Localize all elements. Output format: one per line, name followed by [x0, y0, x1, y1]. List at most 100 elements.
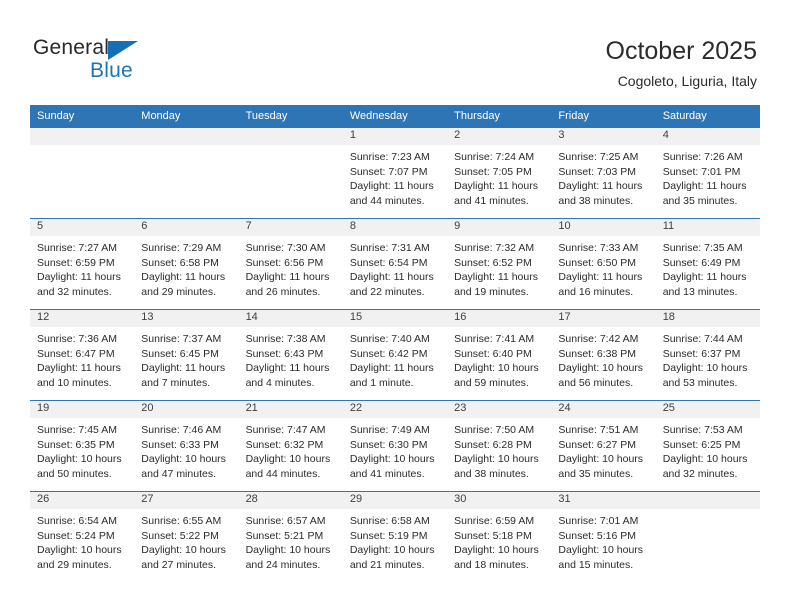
- calendar-week-row: 26 Sunrise: 6:54 AM Sunset: 5:24 PM Dayligh…: [30, 491, 760, 582]
- calendar-day-cell[interactable]: 16 Sunrise: 7:41 AM Sunset: 6:40 PM Dayligh…: [447, 309, 552, 401]
- day-details: Sunrise: 7:44 AM Sunset: 6:37 PM Daylight:…: [656, 327, 760, 390]
- day-detail-line: Sunset: 6:35 PM: [37, 438, 115, 451]
- day-detail-line: Daylight: 10 hours: [454, 544, 539, 557]
- calendar-day-cell[interactable]: 25 Sunrise: 7:53 AM Sunset: 6:25 PM Dayligh…: [655, 400, 760, 492]
- day-detail-line: and 22 minutes.: [349, 285, 425, 298]
- day-detail-line: Daylight: 11 hours: [454, 271, 538, 284]
- day-detail-line: Sunrise: 7:42 AM: [558, 333, 639, 345]
- calendar-day-cell[interactable]: 28 Sunrise: 6:57 AM Sunset: 5:21 PM Dayligh…: [238, 491, 343, 582]
- calendar-day-cell[interactable]: 7 Sunrise: 7:30 AM Sunset: 6:56 PM Daylight…: [238, 218, 343, 310]
- calendar-day-cell[interactable]: 12 Sunrise: 7:36 AM Sunset: 6:47 PM Dayligh…: [30, 309, 135, 401]
- day-detail-line: Sunrise: 7:44 AM: [662, 333, 743, 345]
- day-detail-line: Sunrise: 7:38 AM: [245, 333, 326, 345]
- calendar-day-cell[interactable]: 19 Sunrise: 7:45 AM Sunset: 6:35 PM Dayligh…: [30, 400, 135, 492]
- calendar-day-cell[interactable]: 10 Sunrise: 7:33 AM Sunset: 6:50 PM Dayligh…: [551, 218, 656, 310]
- day-details: Sunrise: 6:54 AM Sunset: 5:24 PM Daylight:…: [30, 509, 134, 572]
- weekday-header-tuesday: Tuesday: [238, 105, 343, 128]
- calendar-day-cell[interactable]: 8 Sunrise: 7:31 AM Sunset: 6:54 PM Daylight…: [342, 218, 448, 310]
- day-detail-line: Sunrise: 7:27 AM: [37, 242, 117, 254]
- day-detail-line: and 29 minutes.: [141, 285, 216, 298]
- calendar-day-cell[interactable]: 20 Sunrise: 7:46 AM Sunset: 6:33 PM Dayligh…: [134, 400, 239, 492]
- day-detail-line: and 38 minutes.: [558, 194, 634, 207]
- day-detail-line: Sunrise: 7:26 AM: [662, 151, 743, 163]
- day-detail-line: and 16 minutes.: [558, 285, 634, 298]
- day-number: 16: [447, 310, 552, 327]
- calendar-day-cell[interactable]: 11 Sunrise: 7:35 AM Sunset: 6:49 PM Dayligh…: [655, 218, 760, 310]
- calendar-day-cell[interactable]: 17 Sunrise: 7:42 AM Sunset: 6:38 PM Dayligh…: [551, 309, 656, 401]
- day-details: [30, 145, 134, 150]
- calendar-day-cell[interactable]: 4 Sunrise: 7:26 AM Sunset: 7:01 PM Daylight…: [655, 127, 760, 219]
- day-details: Sunrise: 7:36 AM Sunset: 6:47 PM Daylight:…: [30, 327, 134, 390]
- day-detail-line: and 19 minutes.: [454, 285, 529, 298]
- day-detail-line: and 32 minutes.: [662, 467, 738, 480]
- day-number: 13: [134, 310, 239, 327]
- day-detail-line: Daylight: 10 hours: [37, 453, 122, 466]
- day-detail-line: Daylight: 11 hours: [349, 362, 434, 375]
- day-detail-line: Sunrise: 7:50 AM: [454, 424, 535, 436]
- day-details: [239, 145, 343, 150]
- day-detail-line: Sunrise: 7:29 AM: [141, 242, 222, 254]
- calendar-day-cell[interactable]: 30 Sunrise: 6:59 AM Sunset: 5:18 PM Dayligh…: [447, 491, 552, 582]
- day-detail-line: Sunset: 7:01 PM: [662, 165, 741, 178]
- calendar-page: General Blue October 2025 Cogoleto, Ligu…: [0, 0, 792, 612]
- day-number: 31: [551, 492, 656, 509]
- calendar-day-cell[interactable]: 18 Sunrise: 7:44 AM Sunset: 6:37 PM Dayligh…: [655, 309, 760, 401]
- calendar-day-cell[interactable]: 22 Sunrise: 7:49 AM Sunset: 6:30 PM Dayligh…: [342, 400, 448, 492]
- weekday-header-wednesday: Wednesday: [342, 105, 448, 128]
- calendar-day-cell[interactable]: 31 Sunrise: 7:01 AM Sunset: 5:16 PM Dayligh…: [551, 491, 656, 582]
- calendar-day-cell[interactable]: 13 Sunrise: 7:37 AM Sunset: 6:45 PM Dayligh…: [134, 309, 239, 401]
- day-detail-line: Sunrise: 7:32 AM: [454, 242, 535, 254]
- calendar-day-cell[interactable]: 15 Sunrise: 7:40 AM Sunset: 6:42 PM Dayligh…: [342, 309, 448, 401]
- day-detail-line: Sunset: 5:16 PM: [558, 529, 637, 542]
- day-detail-line: Daylight: 11 hours: [558, 180, 643, 193]
- day-detail-line: Daylight: 11 hours: [662, 180, 747, 193]
- page-subtitle: Cogoleto, Liguria, Italy: [617, 73, 757, 89]
- general-blue-logo: General Blue: [33, 36, 233, 88]
- calendar-day-cell[interactable]: 14 Sunrise: 7:38 AM Sunset: 6:43 PM Dayligh…: [238, 309, 343, 401]
- day-detail-line: Daylight: 10 hours: [349, 544, 435, 557]
- calendar-day-cell[interactable]: 27 Sunrise: 6:55 AM Sunset: 5:22 PM Dayligh…: [134, 491, 239, 582]
- day-detail-line: Sunrise: 7:30 AM: [245, 242, 326, 254]
- day-details: Sunrise: 7:26 AM Sunset: 7:01 PM Daylight:…: [656, 145, 760, 208]
- day-number: 23: [447, 401, 552, 418]
- calendar-day-cell[interactable]: 3 Sunrise: 7:25 AM Sunset: 7:03 PM Daylight…: [551, 127, 656, 219]
- calendar-grid: Sunday Monday Tuesday Wednesday Thursday Frid…: [30, 105, 760, 582]
- calendar-day-cell[interactable]: 1 Sunrise: 7:23 AM Sunset: 7:07 PM Daylight…: [342, 127, 448, 219]
- calendar-day-cell[interactable]: 29 Sunrise: 6:58 AM Sunset: 5:19 PM Dayligh…: [342, 491, 448, 582]
- day-detail-line: and 18 minutes.: [454, 558, 529, 571]
- day-detail-line: Daylight: 10 hours: [245, 544, 331, 557]
- day-details: Sunrise: 6:59 AM Sunset: 5:18 PM Daylight:…: [447, 509, 551, 572]
- calendar-day-cell[interactable]: 6 Sunrise: 7:29 AM Sunset: 6:58 PM Daylight…: [134, 218, 239, 310]
- calendar-day-cell[interactable]: 23 Sunrise: 7:50 AM Sunset: 6:28 PM Dayligh…: [447, 400, 552, 492]
- day-detail-line: Sunset: 6:45 PM: [141, 347, 219, 360]
- day-number: 26: [30, 492, 135, 509]
- day-number: 3: [551, 128, 656, 145]
- day-detail-line: Sunrise: 7:31 AM: [349, 242, 430, 254]
- day-detail-line: Sunset: 5:18 PM: [454, 529, 532, 542]
- day-detail-line: Daylight: 11 hours: [141, 362, 226, 375]
- day-detail-line: Sunrise: 7:53 AM: [662, 424, 743, 436]
- day-number: 9: [447, 219, 552, 236]
- day-number: 12: [30, 310, 135, 327]
- day-number: 7: [238, 219, 343, 236]
- calendar-day-cell[interactable]: 5 Sunrise: 7:27 AM Sunset: 6:59 PM Daylight…: [30, 218, 135, 310]
- calendar-day-cell[interactable]: 2 Sunrise: 7:24 AM Sunset: 7:05 PM Daylight…: [447, 127, 552, 219]
- calendar-day-cell[interactable]: 9 Sunrise: 7:32 AM Sunset: 6:52 PM Daylight…: [447, 218, 552, 310]
- calendar-day-cell[interactable]: 26 Sunrise: 6:54 AM Sunset: 5:24 PM Dayligh…: [30, 491, 135, 582]
- day-detail-line: Daylight: 11 hours: [349, 180, 434, 193]
- day-detail-line: Sunset: 6:25 PM: [662, 438, 741, 451]
- day-detail-line: and 24 minutes.: [245, 558, 321, 571]
- weekday-header-sunday: Sunday: [30, 105, 135, 128]
- day-detail-line: Daylight: 11 hours: [662, 271, 747, 284]
- day-details: Sunrise: 7:32 AM Sunset: 6:52 PM Daylight:…: [447, 236, 551, 299]
- day-number: [655, 492, 760, 509]
- calendar-week-row: 19 Sunrise: 7:45 AM Sunset: 6:35 PM Dayligh…: [30, 400, 760, 492]
- calendar-day-cell[interactable]: 24 Sunrise: 7:51 AM Sunset: 6:27 PM Dayligh…: [551, 400, 656, 492]
- day-number: 18: [655, 310, 760, 327]
- day-detail-line: Daylight: 11 hours: [37, 362, 121, 375]
- day-detail-line: and 21 minutes.: [349, 558, 425, 571]
- day-detail-line: Sunrise: 7:41 AM: [454, 333, 535, 345]
- day-detail-line: Daylight: 11 hours: [245, 362, 330, 375]
- day-detail-line: and 47 minutes.: [141, 467, 216, 480]
- calendar-day-cell[interactable]: 21 Sunrise: 7:47 AM Sunset: 6:32 PM Dayligh…: [238, 400, 343, 492]
